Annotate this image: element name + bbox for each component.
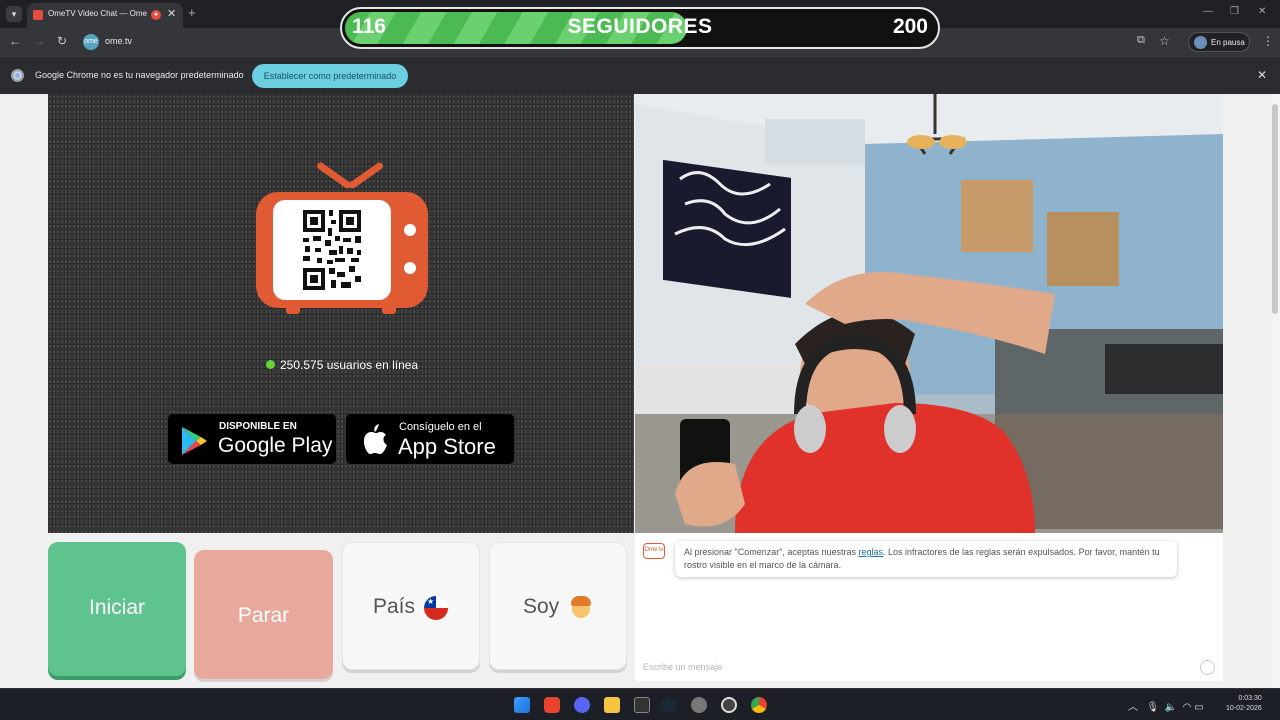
ometv-chat-logo: Ome tv [643, 543, 665, 559]
minimize-icon[interactable]: — [1203, 6, 1213, 17]
country-selector-button[interactable]: País ★ [342, 542, 480, 670]
emoji-picker-icon[interactable] [1200, 660, 1215, 675]
taskbar-clock[interactable]: 0:03:30 10-02-2026 [1226, 694, 1262, 714]
system-tray[interactable]: ︿ 🎙 🔈 ◠ ▭ [1128, 698, 1204, 713]
bookmark-star-icon[interactable]: ☆ [1159, 34, 1170, 48]
epic-games-icon[interactable] [634, 697, 650, 713]
back-icon[interactable]: ← [9, 34, 21, 48]
ometv-favicon-icon [33, 10, 43, 20]
site-info-icon[interactable]: ome [83, 34, 99, 50]
tab-search-icon[interactable]: ▾ [6, 6, 22, 22]
mic-icon[interactable]: 🎙 [1146, 702, 1159, 713]
obs-icon[interactable] [721, 697, 737, 713]
boy-emoji-icon [570, 594, 592, 618]
system-message: Al presionar "Comenzar", aceptas nuestra… [675, 541, 1177, 577]
clock-date: 10-02-2026 [1226, 705, 1262, 712]
google-play-icon [182, 427, 207, 455]
app-store-small-text: Consíguelo en el [399, 421, 482, 433]
speaker-icon[interactable]: 🔈 [1165, 702, 1177, 713]
country-label: País [373, 595, 416, 618]
online-users-text: 250.575 usuarios en línea [280, 358, 419, 372]
recording-indicator-icon: ● [151, 10, 161, 20]
scrollbar-thumb[interactable] [1272, 104, 1278, 314]
clock-time: 0:03:30 [1238, 695, 1262, 702]
profile-status-label: En pausa [1211, 38, 1245, 47]
windows-taskbar: ︿ 🎙 🔈 ◠ ▭ 0:03:30 10-02-2026 [0, 688, 1280, 720]
app-store-big-text: App Store [398, 434, 496, 459]
tv-antenna [347, 161, 385, 190]
chrome-taskbar-icon[interactable] [751, 697, 767, 713]
maximize-icon[interactable]: ❐ [1230, 6, 1239, 17]
window-close-icon[interactable]: ✕ [1258, 6, 1266, 17]
tv-leg [382, 304, 396, 314]
system-message-text: Al presionar "Comenzar", aceptas nuestra… [684, 547, 859, 557]
online-dot-icon [266, 360, 275, 369]
default-browser-infobar: Google Chrome no es tu navegador predete… [0, 56, 1280, 94]
google-play-small-text: DISPONIBLE EN [219, 421, 297, 432]
followers-goal-bar: 116 SEGUIDORES 200 [340, 7, 940, 49]
own-webcam-feed [635, 94, 1223, 533]
start-button[interactable]: Iniciar [48, 542, 186, 676]
chrome-menu-icon[interactable]: ⋮ [1262, 34, 1274, 48]
tv-antenna [315, 161, 353, 190]
stop-button[interactable]: Parar [194, 550, 333, 679]
cast-icon[interactable]: ⧉ [1137, 34, 1145, 47]
tab-title: OmeTV Video Chat — Ome [48, 9, 147, 18]
app-store-badge[interactable]: Consíguelo en el App Store [345, 413, 515, 465]
online-users-count: 250.575 usuarios en línea [266, 358, 418, 372]
profile-avatar [1194, 36, 1207, 49]
tab-close-icon[interactable]: ✕ [167, 7, 176, 20]
ometv-page: 250.575 usuarios en línea DISPONIBLE EN … [0, 94, 1272, 688]
chrome-icon [11, 69, 24, 82]
apple-icon [363, 424, 387, 454]
settings-gear-icon[interactable] [691, 697, 707, 713]
reload-icon[interactable]: ↻ [57, 34, 67, 48]
ometv-qr-logo [256, 160, 428, 316]
page-scrollbar[interactable] [1272, 94, 1280, 688]
qr-code [273, 200, 391, 300]
discord-icon[interactable] [574, 697, 590, 713]
start-label: Iniciar [88, 596, 146, 619]
tv-knob [404, 224, 416, 236]
url-text: ome.tv [105, 36, 133, 46]
new-tab-icon[interactable]: + [188, 5, 196, 20]
stop-label: Parar [237, 604, 290, 627]
google-play-badge[interactable]: DISPONIBLE EN Google Play [167, 413, 337, 465]
brave-browser-icon[interactable] [544, 697, 560, 713]
stranger-video-area: 250.575 usuarios en línea DISPONIBLE EN … [48, 94, 634, 533]
chile-flag-icon: ★ [424, 596, 448, 620]
wifi-icon[interactable]: ◠ [1183, 702, 1192, 713]
infobar-close-icon[interactable]: ✕ [1257, 68, 1267, 82]
steam-icon[interactable] [661, 697, 677, 713]
windows-start-icon[interactable] [514, 697, 530, 713]
google-play-big-text: Google Play [218, 434, 333, 457]
chat-panel: Ome tv Al presionar "Comenzar", aceptas … [635, 533, 1223, 681]
battery-icon[interactable]: ▭ [1194, 702, 1203, 713]
tray-chevron-icon[interactable]: ︿ [1128, 702, 1138, 713]
gender-selector-button[interactable]: Soy [489, 542, 627, 670]
followers-goal-count: 200 [892, 15, 928, 38]
tv-leg [286, 304, 300, 314]
forward-icon[interactable]: → [33, 34, 45, 48]
file-explorer-icon[interactable] [604, 697, 620, 713]
tv-body [256, 192, 428, 308]
set-default-button[interactable]: Establecer como predeterminado [252, 64, 408, 88]
gender-label: Soy [523, 595, 560, 618]
infobar-text: Google Chrome no es tu navegador predete… [35, 70, 244, 80]
tv-knob [404, 262, 416, 274]
chat-message-input[interactable]: Escribe un mensaje [643, 662, 1043, 672]
profile-button[interactable]: En pausa [1188, 32, 1250, 52]
followers-label: SEGUIDORES [567, 15, 713, 38]
rules-link[interactable]: reglas [858, 547, 883, 557]
browser-tab[interactable]: OmeTV Video Chat — Ome ● ✕ [27, 3, 183, 28]
